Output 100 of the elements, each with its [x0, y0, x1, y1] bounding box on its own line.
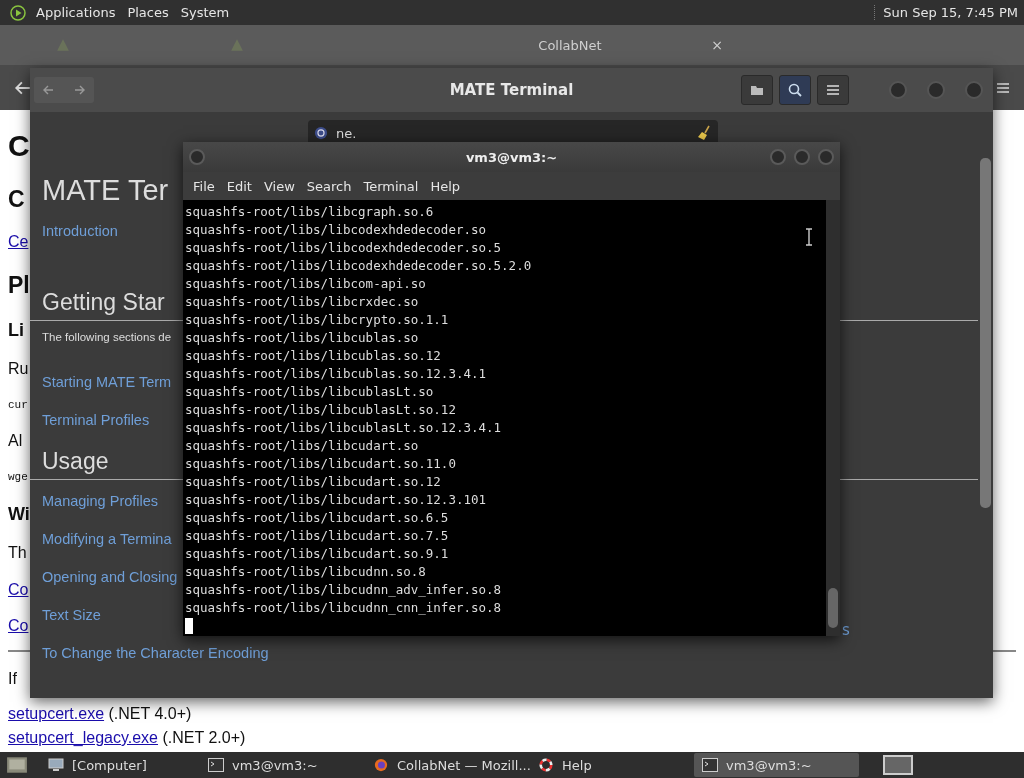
window-title: vm3@vm3:~: [465, 149, 558, 165]
triangle-icon: [56, 38, 70, 52]
help-link[interactable]: Text Size: [42, 606, 101, 624]
i-beam-pointer-icon: [805, 228, 813, 246]
page-text: C: [8, 186, 25, 212]
terminal-line: squashfs-root/libs/libcodexhdedecoder.so.5: [185, 239, 502, 257]
page-text: Th: [8, 544, 27, 561]
terminal-icon: [702, 758, 718, 772]
version-note: (.NET 2.0+): [162, 729, 246, 746]
terminal-line: squashfs-root/libs/libcudart.so.7.5: [185, 527, 449, 545]
terminal-line: squashfs-root/libs/libcublas.so: [185, 329, 419, 347]
fox-globe-icon: [373, 758, 389, 772]
terminal-line: squashfs-root/libs/libcrxdec.so: [185, 293, 419, 311]
menu-item[interactable]: View: [263, 178, 295, 194]
terminal-icon: [208, 758, 224, 772]
terminal-line: squashfs-root/libs/libcudnn_adv_infer.so.8: [185, 581, 502, 599]
help-link[interactable]: Terminal Profiles: [42, 411, 150, 429]
broom-icon[interactable]: [696, 125, 712, 141]
terminal-line: squashfs-root/libs/libcudnn_cnn_infer.so.8: [185, 599, 502, 617]
menu-item[interactable]: Search: [306, 178, 352, 194]
download-link[interactable]: setupcert.exe: [8, 705, 105, 722]
page-link[interactable]: Ce: [8, 233, 29, 250]
help-link[interactable]: Modifying a Termina: [42, 530, 172, 548]
minimize-button[interactable]: [770, 149, 786, 165]
terminal-line: squashfs-root/libs/libcublasLt.so: [185, 383, 434, 401]
page-text: Pl: [8, 272, 30, 298]
scrollbar-thumb[interactable]: [828, 588, 838, 628]
page-text: wge: [8, 471, 28, 483]
search-icon: [787, 82, 803, 98]
terminal-line: squashfs-root/libs/libcrypto.so.1.1: [185, 311, 449, 329]
terminal-line: squashfs-root/libs/libcudart.so.12.3.101: [185, 491, 487, 509]
help-link[interactable]: Opening and Closing: [42, 568, 178, 586]
menu-item[interactable]: Terminal: [363, 178, 419, 194]
minimize-button[interactable]: [889, 81, 907, 99]
help-link[interactable]: Managing Profiles: [42, 492, 159, 510]
terminal-line: squashfs-root/libs/libcublasLt.so.12: [185, 401, 456, 419]
menu-item[interactable]: Help: [430, 178, 461, 194]
terminal-line: squashfs-root/libs/libcodexhdedecoder.so.5.2.0: [185, 257, 532, 275]
download-link[interactable]: setupcert_legacy.exe: [8, 729, 158, 746]
terminal-line: squashfs-root/libs/libcudart.so: [185, 437, 419, 455]
menu-item[interactable]: Edit: [226, 178, 252, 194]
page-text: If: [8, 670, 17, 687]
taskbar-button[interactable]: Help: [530, 753, 694, 777]
terminal-line: squashfs-root/libs/libcom-api.so: [185, 275, 426, 293]
menu-item[interactable]: File: [193, 178, 215, 194]
page-text: cur: [8, 399, 28, 411]
close-icon[interactable]: ×: [711, 37, 723, 53]
terminal-line: squashfs-root/libs/libcgraph.so.6: [185, 203, 434, 221]
menu-icon: [826, 84, 840, 96]
taskbar-button[interactable]: CollabNet — Mozill...: [365, 753, 530, 777]
lifebuoy-icon: [538, 758, 554, 772]
section-text: The following sections de: [42, 331, 172, 343]
workspace-switcher[interactable]: [883, 755, 913, 775]
search-icon: [314, 126, 328, 140]
section-heading: Getting Star: [42, 289, 165, 315]
close-button[interactable]: [818, 149, 834, 165]
help-link[interactable]: Introduction: [42, 222, 118, 240]
terminal-line: squashfs-root/libs/libcublas.so.12.3.4.1: [185, 365, 487, 383]
menu-button[interactable]: [817, 75, 849, 105]
monitor-icon: [48, 758, 64, 772]
page-link[interactable]: Co: [8, 581, 29, 598]
window-menu-button[interactable]: [189, 149, 205, 165]
menu-icon[interactable]: [996, 81, 1010, 94]
show-desktop-icon[interactable]: [6, 756, 28, 774]
page-text: Al: [8, 432, 23, 449]
page-text: C: [8, 129, 30, 162]
terminal-line: squashfs-root/libs/libcublasLt.so.12.3.4.1: [185, 419, 502, 437]
triangle-icon: [230, 38, 244, 52]
tab-title: CollabNet: [538, 37, 602, 53]
terminal-line: squashfs-root/libs/libcodexhdedecoder.so: [185, 221, 487, 239]
taskbar-button[interactable]: vm3@vm3:~: [694, 753, 859, 777]
terminal-line: squashfs-root/libs/libcudart.so.11.0: [185, 455, 456, 473]
terminal-line: squashfs-root/libs/libcudart.so.12: [185, 473, 441, 491]
maximize-button[interactable]: [794, 149, 810, 165]
panel-menu[interactable]: Places: [127, 5, 169, 20]
close-button[interactable]: [965, 81, 983, 99]
terminal-line: squashfs-root/libs/libcublas.so.12: [185, 347, 441, 365]
taskbar-button[interactable]: [Computer]: [40, 753, 200, 777]
panel-menu[interactable]: Applications: [36, 5, 116, 20]
section-heading: Usage: [42, 448, 109, 474]
help-link[interactable]: To Change the Character Encoding: [42, 644, 269, 662]
version-note: (.NET 4.0+): [108, 705, 192, 722]
page-text: Li: [8, 320, 24, 340]
terminal-line: squashfs-root/libs/libcudart.so.6.5: [185, 509, 449, 527]
search-button[interactable]: [779, 75, 811, 105]
terminal-line: squashfs-root/libs/libcudnn.so.8: [185, 563, 426, 581]
bookmarks-button[interactable]: [741, 75, 773, 105]
taskbar-button[interactable]: vm3@vm3:~: [200, 753, 365, 777]
page-title: MATE Ter: [42, 174, 169, 206]
scrollbar[interactable]: [980, 158, 991, 508]
maximize-button[interactable]: [927, 81, 945, 99]
page-text: Wi: [8, 504, 30, 524]
text-cursor: [185, 618, 193, 634]
help-link[interactable]: s: [842, 621, 850, 639]
panel-menu[interactable]: System: [180, 5, 230, 20]
clock[interactable]: Sun Sep 15, 7:45 PM: [874, 5, 1018, 20]
page-link[interactable]: Co: [8, 617, 29, 634]
menu-logo-icon[interactable]: [10, 4, 26, 21]
page-text: Ru: [8, 360, 29, 377]
help-link[interactable]: Starting MATE Term: [42, 373, 172, 391]
